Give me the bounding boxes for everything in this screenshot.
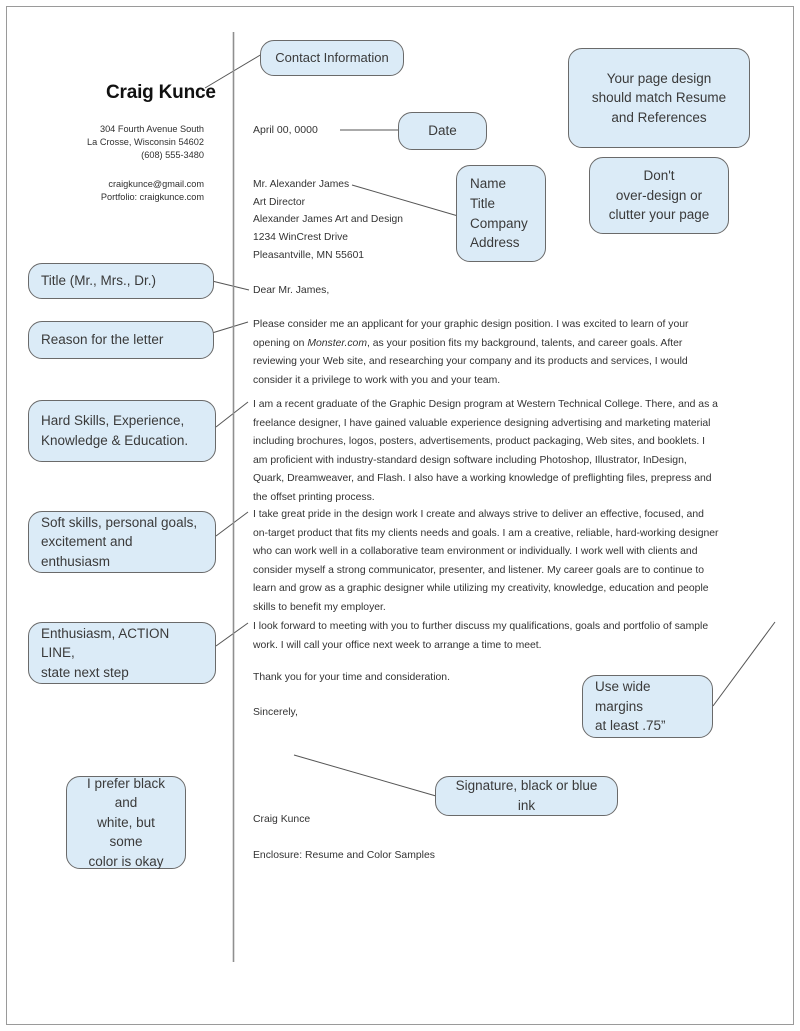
recipient-line: 1234 WinCrest Drive	[253, 232, 348, 244]
sender-email: craigkunce@gmail.com	[108, 179, 204, 189]
body-paragraph-hard-skills: I am a recent graduate of the Graphic De…	[253, 399, 718, 503]
leader-wide-margins	[712, 621, 776, 707]
annotated-cover-letter-page: Contact Information Your page design sho…	[0, 0, 800, 1031]
leader-soft-skills	[215, 511, 249, 537]
leader-signature	[293, 754, 437, 797]
callout-title-salutation[interactable]: Title (Mr., Mrs., Dr.)	[28, 263, 214, 299]
recipient-line: Mr. Alexander James	[253, 179, 350, 190]
callout-reason-for-letter[interactable]: Reason for the letter	[28, 321, 214, 359]
sender-address-block: 304 Fourth Avenue South La Crosse, Wisco…	[45, 123, 204, 162]
callout-soft-skills-label: Soft skills, personal goals, excitement …	[41, 514, 198, 569]
callout-hard-skills-label: Hard Skills, Experience, Knowledge & Edu…	[41, 413, 189, 448]
callout-dont-overdesign[interactable]: Don't over-design or clutter your page	[589, 157, 729, 234]
callout-black-and-white[interactable]: I prefer black and white, but some color…	[66, 776, 186, 869]
callout-wide-margins[interactable]: Use wide margins at least .75”	[582, 675, 713, 738]
body-paragraph-action-line: I look forward to meeting with you to fu…	[253, 621, 709, 651]
leader-reason	[211, 321, 249, 334]
recipient-line: Pleasantville, MN 55601	[253, 249, 365, 261]
recipient-address-block: Mr. Alexander James Art Director Alexand…	[253, 176, 453, 265]
sender-online-block: craigkunce@gmail.com Portfolio: craigkun…	[45, 178, 204, 204]
body-paragraph-soft-skills: I take great pride in the design work I …	[253, 509, 719, 613]
callout-signature-ink[interactable]: Signature, black or blue ink	[435, 776, 618, 816]
callout-name-title-company-address-label: Name Title Company Address	[470, 176, 528, 251]
callout-hard-skills[interactable]: Hard Skills, Experience, Knowledge & Edu…	[28, 400, 216, 462]
signature-name: Craig Kunce	[253, 814, 311, 825]
callout-date[interactable]: Date	[398, 112, 487, 150]
salutation: Dear Mr. James,	[253, 285, 330, 296]
callout-reason-for-letter-label: Reason for the letter	[41, 332, 164, 348]
callout-signature-ink-label: Signature, black or blue ink	[455, 778, 598, 813]
leader-title-salutation	[211, 280, 250, 291]
sender-name: Craig Kunce	[106, 82, 216, 103]
callout-black-and-white-label: I prefer black and white, but some color…	[86, 775, 166, 869]
enclosure-line: Enclosure: Resume and Color Samples	[253, 850, 435, 861]
leader-enthusiasm	[215, 622, 249, 647]
callout-page-design[interactable]: Your page design should match Resume and…	[568, 48, 750, 148]
callout-soft-skills[interactable]: Soft skills, personal goals, excitement …	[28, 511, 216, 573]
sender-address-line: 304 Fourth Avenue South	[99, 124, 204, 134]
callout-enthusiasm-action-line-label: Enthusiasm, ACTION LINE, state next step	[41, 625, 170, 680]
callout-contact-information[interactable]: Contact Information	[260, 40, 404, 76]
callout-name-title-company-address[interactable]: Name Title Company Address	[456, 165, 546, 262]
callout-wide-margins-label: Use wide margins at least .75”	[595, 679, 666, 734]
callout-enthusiasm-action-line[interactable]: Enthusiasm, ACTION LINE, state next step	[28, 622, 216, 684]
closing-line: Sincerely,	[253, 707, 298, 718]
callout-title-salutation-label: Title (Mr., Mrs., Dr.)	[41, 273, 156, 289]
leader-hard-skills	[215, 401, 249, 428]
callout-dont-overdesign-label: Don't over-design or clutter your page	[608, 168, 710, 223]
sender-portfolio: Portfolio: craigkunce.com	[100, 192, 204, 203]
thank-you-line: Thank you for your time and consideratio…	[253, 672, 450, 683]
callout-contact-information-label: Contact Information	[275, 49, 389, 65]
sender-address-line: (608) 555-3480	[141, 150, 204, 161]
letter-date: April 00, 0000	[253, 124, 318, 136]
callout-page-design-label: Your page design should match Resume and…	[591, 70, 727, 125]
recipient-line: Art Director	[253, 196, 306, 208]
recipient-line: Alexander James Art and Design	[253, 214, 403, 226]
monster-com-emphasis: Monster.com	[307, 337, 367, 349]
sender-address-line: La Crosse, Wisconsin 54602	[87, 137, 204, 148]
callout-date-label: Date	[428, 123, 457, 139]
body-paragraph-reason: Please consider me an applicant for your…	[253, 316, 719, 390]
